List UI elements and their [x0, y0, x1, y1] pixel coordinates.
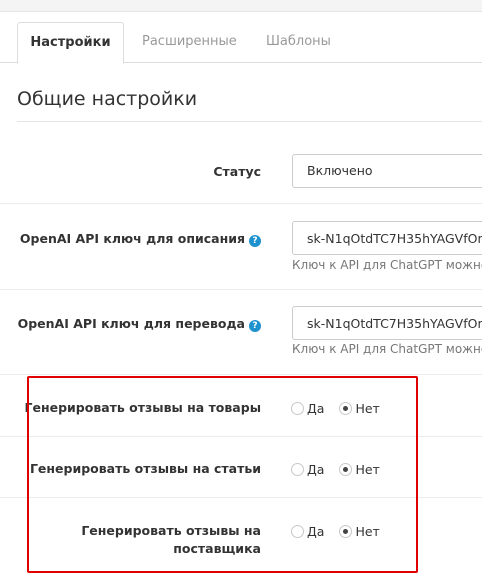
radio-no[interactable] [339, 525, 353, 538]
radio-no-label: Нет [355, 524, 380, 539]
row-divider [0, 289, 482, 290]
openai-trans-label: OpenAI API ключ для перевода [17, 316, 245, 331]
tab-templates[interactable]: Шаблоны [266, 22, 331, 63]
gen-reviews-products-label: Генерировать отзывы на товары [24, 400, 261, 415]
radio-no[interactable] [339, 402, 353, 415]
openai-desc-key-input[interactable] [292, 221, 482, 255]
radio-yes-label: Да [307, 524, 325, 539]
radio-yes-label: Да [307, 462, 325, 477]
tab-settings[interactable]: Настройки [17, 22, 124, 64]
top-strip [0, 0, 482, 12]
radio-no[interactable] [339, 463, 353, 476]
gen-reviews-supplier-label: Генерировать отзывы на поставщика [81, 522, 261, 558]
gen-reviews-supplier-label-line2: поставщика [173, 541, 261, 556]
status-label: Статус [213, 164, 261, 179]
row-divider [0, 436, 482, 437]
radio-option-no[interactable]: Нет [339, 524, 380, 539]
openai-desc-label: OpenAI API ключ для описания [19, 231, 245, 246]
gen-reviews-products-radios: Да Нет [291, 401, 380, 418]
openai-desc-hint: Ключ к API для ChatGPT можно [292, 258, 482, 272]
section-divider [17, 121, 482, 122]
radio-option-no[interactable]: Нет [339, 401, 380, 416]
help-icon[interactable]: ? [249, 320, 261, 332]
gen-reviews-supplier-label-line1: Генерировать отзывы на [81, 523, 261, 538]
row-divider [0, 497, 482, 498]
radio-no-label: Нет [355, 401, 380, 416]
gen-reviews-articles-radios: Да Нет [291, 462, 380, 479]
openai-trans-hint: Ключ к API для ChatGPT можно [292, 342, 482, 356]
radio-no-label: Нет [355, 462, 380, 477]
status-select[interactable]: Включено [292, 154, 482, 188]
tab-bar: Настройки Расширенные Шаблоны [0, 22, 482, 64]
help-icon[interactable]: ? [249, 235, 261, 247]
radio-yes[interactable] [291, 463, 304, 476]
section-title: Общие настройки [17, 88, 198, 110]
radio-yes[interactable] [291, 525, 304, 538]
row-divider [0, 374, 482, 375]
radio-yes-label: Да [307, 401, 325, 416]
gen-reviews-articles-label: Генерировать отзывы на статьи [29, 461, 261, 476]
tab-advanced[interactable]: Расширенные [142, 22, 237, 63]
radio-option-yes[interactable]: Да [291, 524, 324, 539]
radio-option-no[interactable]: Нет [339, 462, 380, 477]
gen-reviews-supplier-radios: Да Нет [291, 524, 380, 541]
radio-option-yes[interactable]: Да [291, 462, 324, 477]
radio-option-yes[interactable]: Да [291, 401, 324, 416]
openai-trans-label-row: OpenAI API ключ для перевода? [18, 315, 261, 333]
openai-desc-label-row: OpenAI API ключ для описания? [20, 230, 261, 248]
openai-trans-key-input[interactable] [292, 306, 482, 340]
radio-yes[interactable] [291, 402, 304, 415]
row-divider [0, 203, 482, 204]
